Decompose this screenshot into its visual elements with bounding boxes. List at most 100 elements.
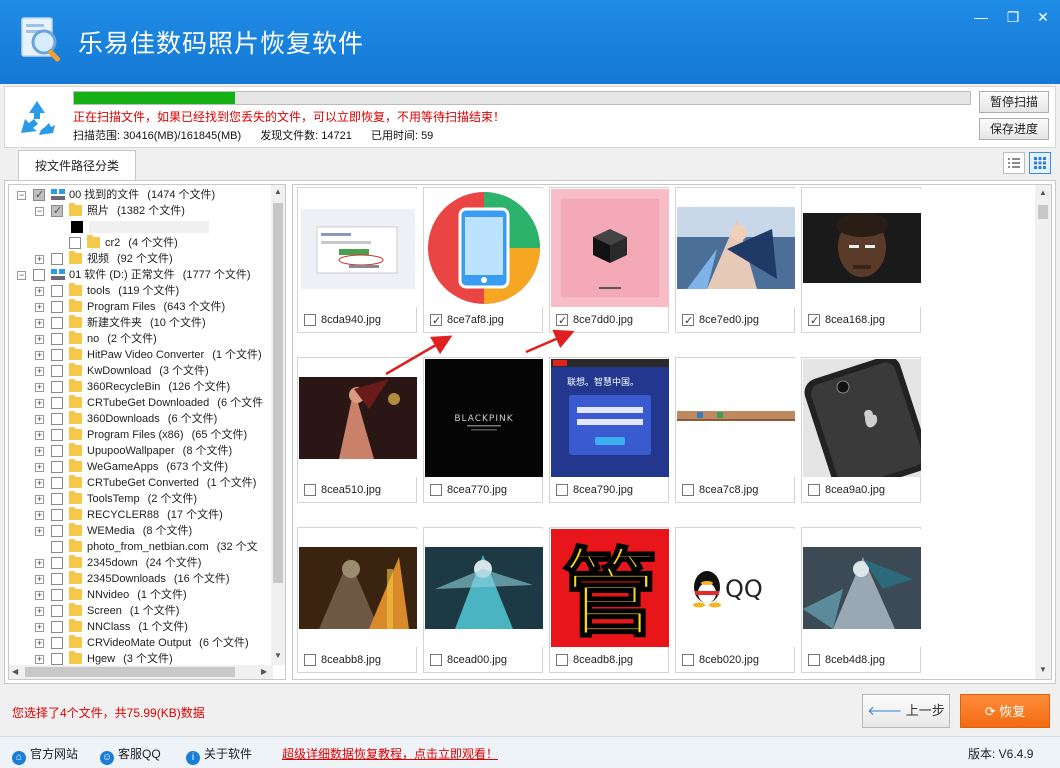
tree-checkbox[interactable] — [51, 589, 63, 601]
tree-checkbox[interactable] — [51, 509, 63, 521]
scroll-right-icon[interactable]: ▶ — [261, 667, 267, 676]
tree-item[interactable]: + 新建文件夹 (10 个文件) — [9, 315, 273, 331]
expand-icon[interactable]: + — [35, 479, 44, 488]
tree-scroll-thumb[interactable] — [273, 203, 283, 583]
file-thumbnail[interactable] — [299, 359, 417, 477]
expand-icon[interactable]: + — [35, 559, 44, 568]
file-checkbox[interactable] — [556, 484, 568, 496]
tree-item[interactable]: + UpupooWallpaper (8 个文件) — [9, 443, 273, 459]
grid-scroll-thumb[interactable] — [1038, 205, 1048, 219]
expand-icon[interactable]: + — [35, 607, 44, 616]
file-card[interactable]: 8cea510.jpg — [297, 357, 417, 503]
tree-item[interactable]: + CRTubeGet Converted (1 个文件) — [9, 475, 273, 491]
file-thumbnail[interactable]: QQ — [677, 529, 795, 647]
tree-item[interactable]: +2345down (24 个文件) — [9, 555, 273, 571]
tree-item[interactable]: + WeGameApps (673 个文件) — [9, 459, 273, 475]
tree-item[interactable] — [9, 219, 273, 235]
tree-item[interactable]: + NNClass (1 个文件) — [9, 619, 273, 635]
tree-checkbox[interactable] — [51, 573, 63, 585]
tree-item[interactable]: + CRTubeGet Downloaded (6 个文件 — [9, 395, 273, 411]
tree-checkbox[interactable] — [51, 317, 63, 329]
file-card[interactable]: 联想。智慧中国。 8cea790.jpg — [549, 357, 669, 503]
tree-item[interactable]: + RECYCLER88 (17 个文件) — [9, 507, 273, 523]
tree-item[interactable]: + 视频 (92 个文件) — [9, 251, 273, 267]
expand-icon[interactable]: + — [35, 303, 44, 312]
file-checkbox[interactable] — [430, 484, 442, 496]
collapse-icon[interactable]: − — [17, 191, 26, 200]
expand-icon[interactable]: + — [35, 623, 44, 632]
file-checkbox[interactable] — [304, 654, 316, 666]
file-checkbox[interactable] — [682, 310, 694, 332]
file-checkbox[interactable] — [430, 654, 442, 666]
tree-checkbox[interactable] — [51, 557, 63, 569]
expand-icon[interactable]: + — [35, 575, 44, 584]
file-checkbox[interactable] — [304, 314, 316, 326]
expand-icon[interactable]: + — [35, 319, 44, 328]
grid-scroll-up-icon[interactable]: ▲ — [1039, 188, 1047, 197]
tree-item[interactable]: + no (2 个文件) — [9, 331, 273, 347]
scroll-down-icon[interactable]: ▼ — [274, 651, 282, 660]
pause-scan-button[interactable]: 暂停扫描 — [979, 91, 1049, 113]
file-checkbox[interactable] — [682, 484, 694, 496]
file-card[interactable]: 管 8ceadb8.jpg — [549, 527, 669, 673]
file-thumbnail[interactable] — [425, 529, 543, 647]
recover-button[interactable]: ⟳ 恢复 — [960, 694, 1050, 728]
file-thumbnail[interactable] — [803, 189, 921, 307]
tree-item[interactable]: cr2 (4 个文件) — [9, 235, 273, 251]
expand-icon[interactable]: + — [35, 495, 44, 504]
close-icon[interactable]: ✕ — [1032, 8, 1054, 26]
tree-item[interactable]: +2345Downloads (16 个文件) — [9, 571, 273, 587]
expand-icon[interactable]: + — [35, 639, 44, 648]
file-checkbox[interactable] — [808, 310, 820, 332]
tree-checkbox[interactable] — [51, 381, 63, 393]
expand-icon[interactable]: + — [35, 383, 44, 392]
expand-icon[interactable]: + — [35, 463, 44, 472]
scroll-up-icon[interactable]: ▲ — [274, 187, 282, 196]
tree-checkbox[interactable] — [51, 333, 63, 345]
file-card[interactable]: QQ 8ceb020.jpg — [675, 527, 795, 673]
file-checkbox[interactable] — [808, 654, 820, 666]
expand-icon[interactable]: + — [35, 399, 44, 408]
tree-horizontal-scrollbar[interactable]: ◀ ▶ — [9, 665, 273, 679]
file-checkbox[interactable] — [682, 654, 694, 666]
tree-item[interactable]: + WEMedia (8 个文件) — [9, 523, 273, 539]
file-card[interactable]: 8cea168.jpg — [801, 187, 921, 333]
tab-by-path[interactable]: 按文件路径分类 — [18, 150, 136, 180]
support-qq-link[interactable]: ☺ 客服QQ — [100, 745, 161, 765]
expand-icon[interactable]: + — [35, 351, 44, 360]
file-checkbox[interactable] — [556, 310, 568, 332]
tree-checkbox[interactable] — [51, 637, 63, 649]
expand-icon[interactable]: + — [35, 335, 44, 344]
file-card[interactable]: 8cead00.jpg — [423, 527, 543, 673]
tree-checkbox[interactable] — [51, 253, 63, 265]
tree-checkbox[interactable] — [51, 525, 63, 537]
expand-icon[interactable]: + — [35, 447, 44, 456]
expand-icon[interactable]: + — [35, 655, 44, 664]
list-view-icon[interactable] — [1003, 152, 1025, 174]
expand-icon[interactable]: + — [35, 527, 44, 536]
file-card[interactable]: 8ce7af8.jpg — [423, 187, 543, 333]
file-card[interactable]: 8ceb4d8.jpg — [801, 527, 921, 673]
tree-item[interactable]: + CRVideoMate Output (6 个文件) — [9, 635, 273, 651]
tree-item[interactable]: + Screen (1 个文件) — [9, 603, 273, 619]
tree-checkbox[interactable] — [51, 541, 63, 553]
tree-checkbox[interactable] — [51, 653, 63, 665]
tree-checkbox[interactable] — [33, 187, 45, 203]
tree-item[interactable]: +360Downloads (6 个文件) — [9, 411, 273, 427]
tree-checkbox[interactable] — [69, 237, 81, 249]
tree-checkbox[interactable] — [51, 349, 63, 361]
collapse-icon[interactable]: − — [17, 271, 26, 280]
expand-icon[interactable]: + — [35, 431, 44, 440]
tree-item[interactable]: +360RecycleBin (126 个文件) — [9, 379, 273, 395]
file-thumbnail[interactable] — [425, 189, 543, 307]
file-thumbnail[interactable] — [299, 529, 417, 647]
file-checkbox[interactable] — [304, 484, 316, 496]
tree-checkbox[interactable] — [51, 301, 63, 313]
expand-icon[interactable]: + — [35, 287, 44, 296]
tree-checkbox[interactable] — [51, 365, 63, 377]
grid-view-icon[interactable] — [1029, 152, 1051, 174]
tree-vertical-scrollbar[interactable]: ▲ ▼ — [271, 185, 285, 665]
file-card[interactable]: 8ce7dd0.jpg — [549, 187, 669, 333]
prev-step-button[interactable]: 🡐 上一步 — [862, 694, 950, 728]
file-thumbnail[interactable]: BLACKPINK — [425, 359, 543, 477]
